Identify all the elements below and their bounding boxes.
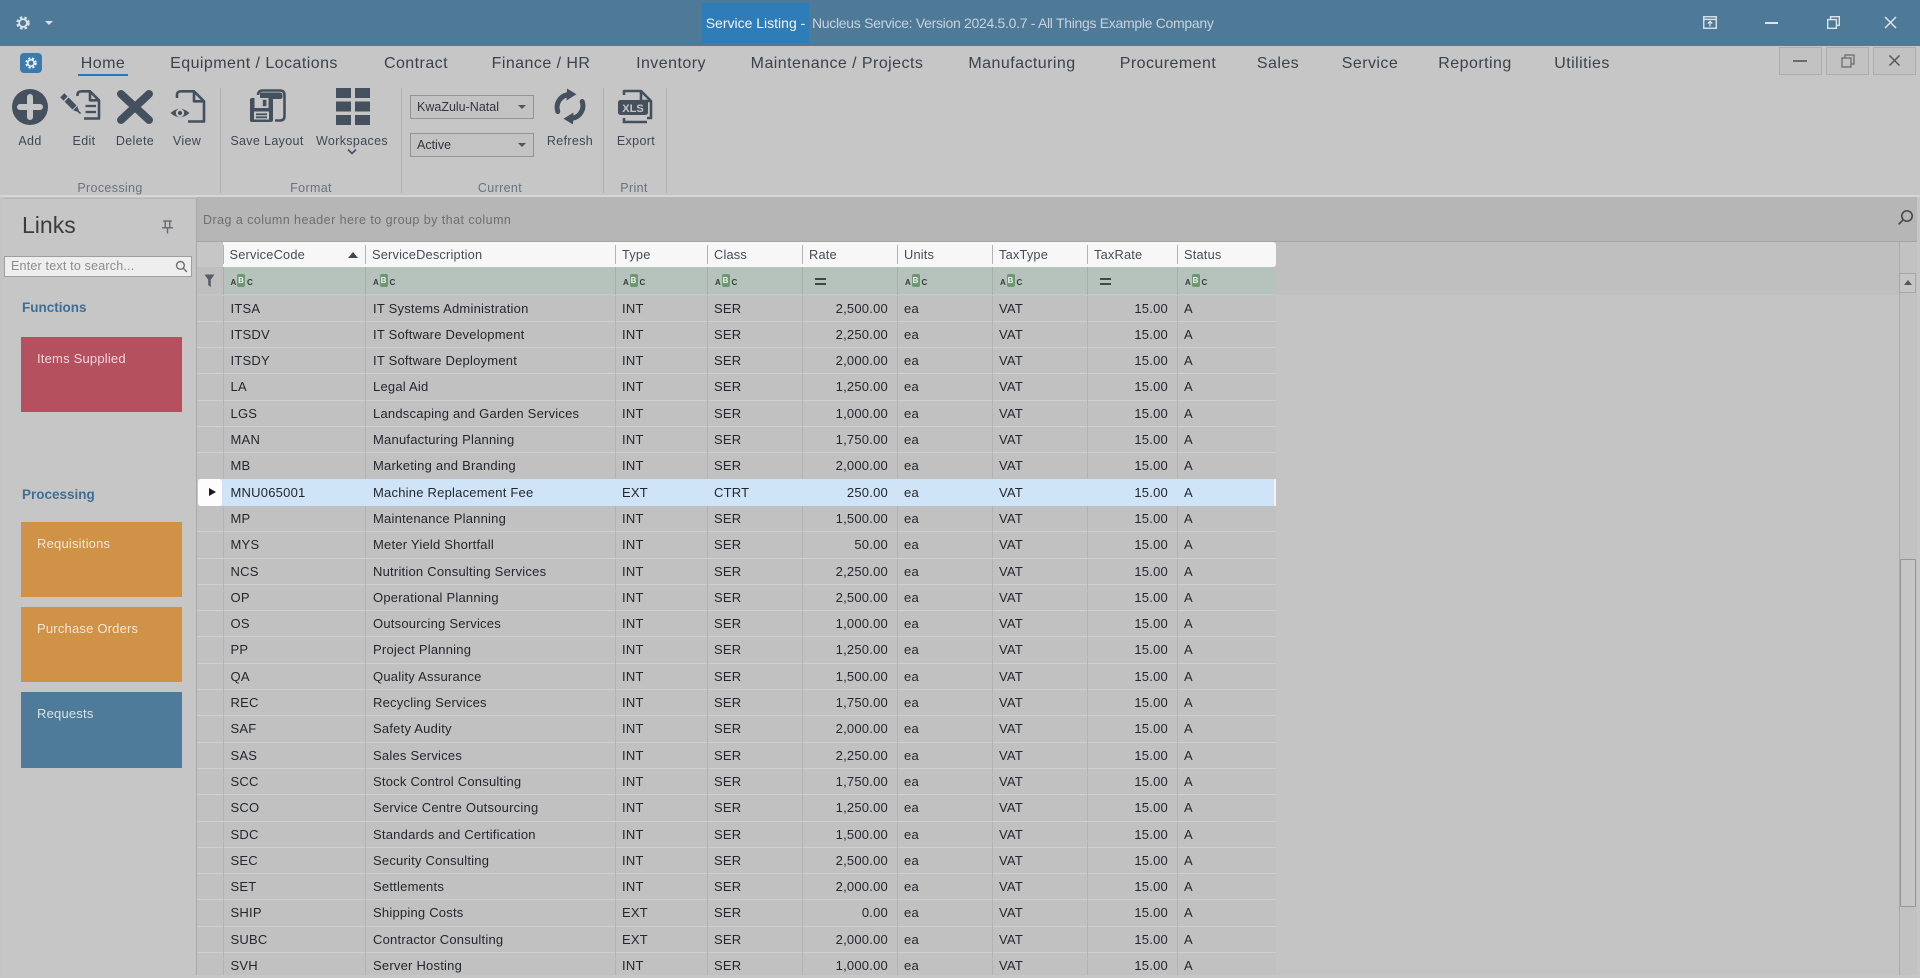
svg-text:XLS: XLS bbox=[622, 103, 643, 115]
